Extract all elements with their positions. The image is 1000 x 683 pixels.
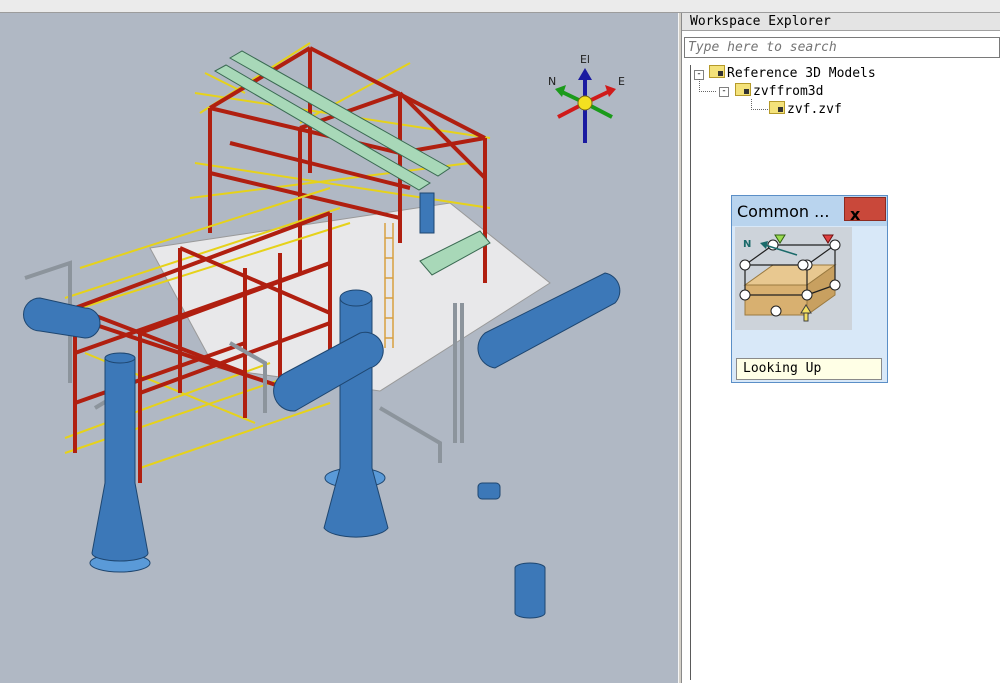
- cube-corner-handle[interactable]: [770, 305, 782, 317]
- compass-up-label: El: [580, 53, 590, 66]
- close-icon: x: [850, 205, 861, 224]
- north-arrow-icon: [764, 244, 798, 256]
- compass-east-label: E: [618, 75, 625, 88]
- view-cube-widget[interactable]: N: [735, 227, 852, 330]
- tree-node-reference-3d-models[interactable]: Reference 3D Models: [709, 65, 876, 81]
- cube-corner-handle[interactable]: [739, 289, 751, 301]
- cube-corner-handle[interactable]: [801, 289, 813, 301]
- tree-node-label: zvffrom3d: [753, 84, 824, 99]
- plant-model-render[interactable]: El N E: [0, 13, 678, 683]
- folder-icon: [735, 83, 751, 96]
- orientation-compass[interactable]: El N E: [548, 53, 625, 143]
- folder-icon: [709, 65, 725, 78]
- compass-north-label: N: [548, 75, 556, 88]
- common-views-titlebar[interactable]: Common ... x: [732, 196, 887, 226]
- tree-node-zvf-zvf[interactable]: zvf.zvf: [769, 101, 842, 117]
- tree-connector: [699, 79, 716, 92]
- tree-connector: [751, 99, 768, 110]
- tree-node-zvffrom3d[interactable]: zvffrom3d: [735, 83, 823, 99]
- explorer-search-input[interactable]: [684, 37, 1000, 58]
- tree-node-label: zvf.zvf: [787, 102, 842, 117]
- cube-corner-handle[interactable]: [739, 259, 751, 271]
- close-button[interactable]: x: [844, 197, 886, 224]
- north-label: N: [743, 239, 751, 250]
- cube-corner-handle[interactable]: [829, 279, 841, 291]
- workspace-explorer-title: Workspace Explorer: [682, 13, 1000, 31]
- cube-edge-handle[interactable]: [797, 259, 809, 271]
- view-status-label: Looking Up: [736, 358, 882, 380]
- common-views-dialog: Common ... x N Looking Up: [731, 195, 888, 383]
- tree-expander-zvffrom3d[interactable]: -: [719, 87, 729, 97]
- cube-corner-handle[interactable]: [829, 239, 841, 251]
- common-views-title: Common ...: [737, 202, 830, 221]
- file-icon: [769, 101, 785, 114]
- north-arrowhead-icon: [760, 241, 768, 249]
- tree-node-label: Reference 3D Models: [727, 66, 876, 81]
- look-up-arrow-stem: [803, 312, 809, 322]
- top-toolbar-strip: [0, 0, 1000, 13]
- 3d-viewport[interactable]: El N E: [0, 13, 678, 683]
